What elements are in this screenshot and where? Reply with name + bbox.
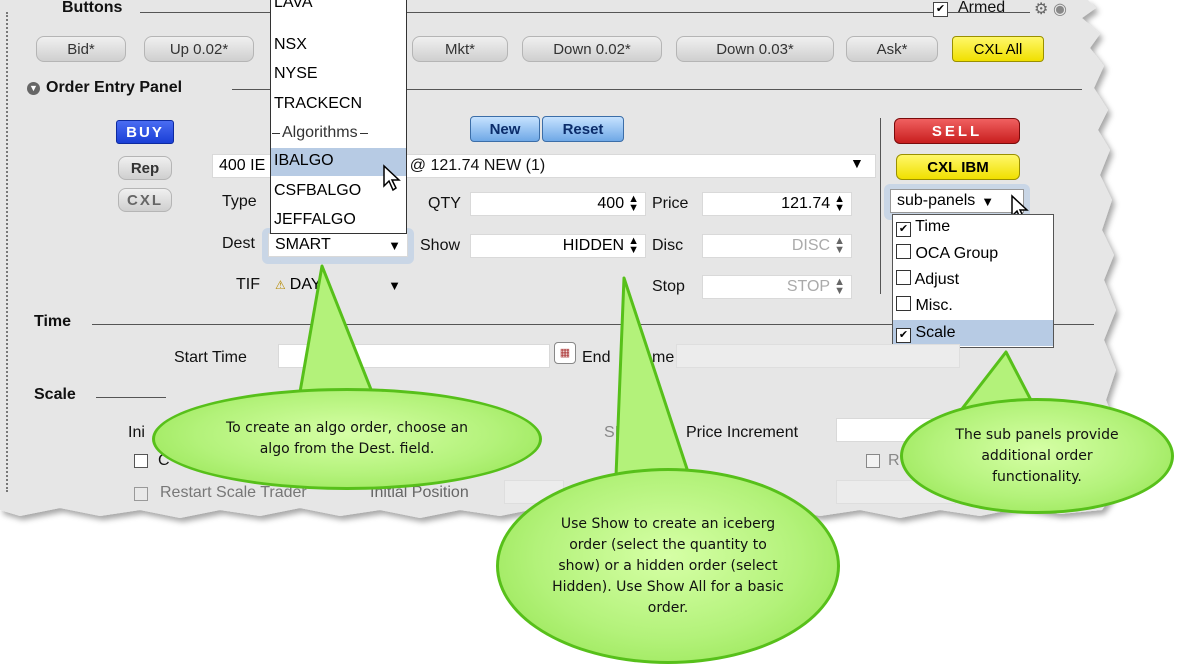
callout-subpanels-text: The sub panels provide additional order … bbox=[955, 426, 1119, 485]
callout-show: Use Show to create an iceberg order (sel… bbox=[496, 468, 840, 664]
callout-show-text: Use Show to create an iceberg order (sel… bbox=[552, 515, 784, 616]
callout-algo: To create an algo order, choose an algo … bbox=[152, 388, 542, 490]
callout-algo-text: To create an algo order, choose an algo … bbox=[225, 420, 469, 457]
callout-subpanels: The sub panels provide additional order … bbox=[900, 398, 1174, 514]
